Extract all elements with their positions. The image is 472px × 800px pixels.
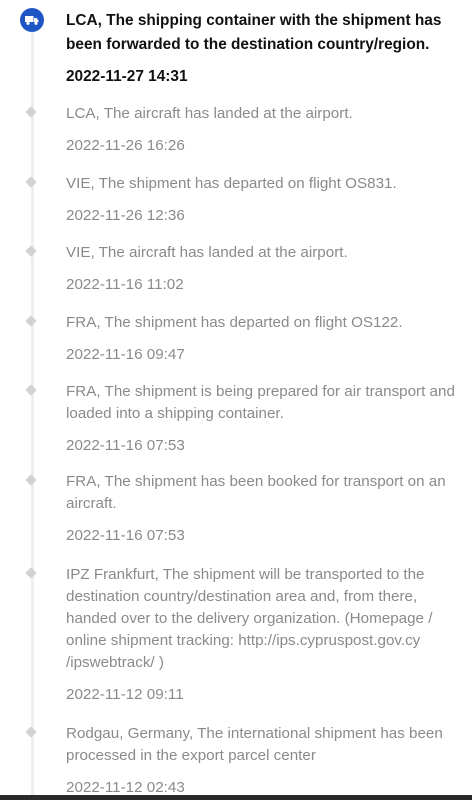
timeline-event: FRA, The shipment is being prepared for … [66, 381, 456, 456]
event-timestamp: 2022-11-16 07:53 [66, 437, 185, 454]
event-timestamp: 2022-11-16 09:47 [66, 346, 185, 363]
diamond-dot-icon [25, 474, 37, 486]
diamond-dot-icon [25, 245, 37, 257]
bottom-edge-bar [0, 795, 472, 800]
event-timestamp: 2022-11-27 14:31 [66, 68, 188, 85]
diamond-dot-icon [25, 315, 37, 327]
tracking-timeline: LCA, The shipping container with the shi… [0, 0, 472, 800]
timeline-event: LCA, The aircraft has landed at the airp… [66, 103, 456, 156]
timeline-event: IPZ Frankfurt, The shipment will be tran… [66, 564, 456, 705]
event-timestamp: 2022-11-26 12:36 [66, 207, 185, 224]
timeline-event: FRA, The shipment has departed on flight… [66, 312, 456, 365]
event-timestamp: 2022-11-16 11:02 [66, 276, 184, 293]
event-description: Rodgau, Germany, The international shipm… [66, 725, 443, 764]
diamond-dot-icon [25, 384, 37, 396]
diamond-dot-icon [25, 106, 37, 118]
timeline-event: FRA, The shipment has been booked for tr… [66, 471, 456, 546]
truck-icon [20, 8, 44, 32]
diamond-dot-icon [25, 726, 37, 738]
event-timestamp: 2022-11-16 07:53 [66, 527, 185, 544]
timeline-rail [31, 30, 34, 800]
event-description: VIE, The shipment has departed on flight… [66, 175, 397, 192]
event-description: VIE, The aircraft has landed at the airp… [66, 244, 348, 261]
event-description: LCA, The aircraft has landed at the airp… [66, 105, 353, 122]
event-description: FRA, The shipment is being prepared for … [66, 383, 455, 422]
event-timestamp: 2022-11-26 16:26 [66, 137, 185, 154]
timeline-event: VIE, The shipment has departed on flight… [66, 173, 456, 226]
event-timestamp: 2022-11-12 09:11 [66, 686, 184, 703]
timeline-event-current: LCA, The shipping container with the shi… [66, 9, 456, 87]
timeline-event: Rodgau, Germany, The international shipm… [66, 723, 456, 798]
timeline-event: VIE, The aircraft has landed at the airp… [66, 242, 456, 295]
event-description: IPZ Frankfurt, The shipment will be tran… [66, 566, 433, 671]
event-description: LCA, The shipping container with the shi… [66, 12, 442, 53]
event-description: FRA, The shipment has been booked for tr… [66, 473, 446, 512]
diamond-dot-icon [25, 567, 37, 579]
diamond-dot-icon [25, 176, 37, 188]
event-description: FRA, The shipment has departed on flight… [66, 314, 403, 331]
